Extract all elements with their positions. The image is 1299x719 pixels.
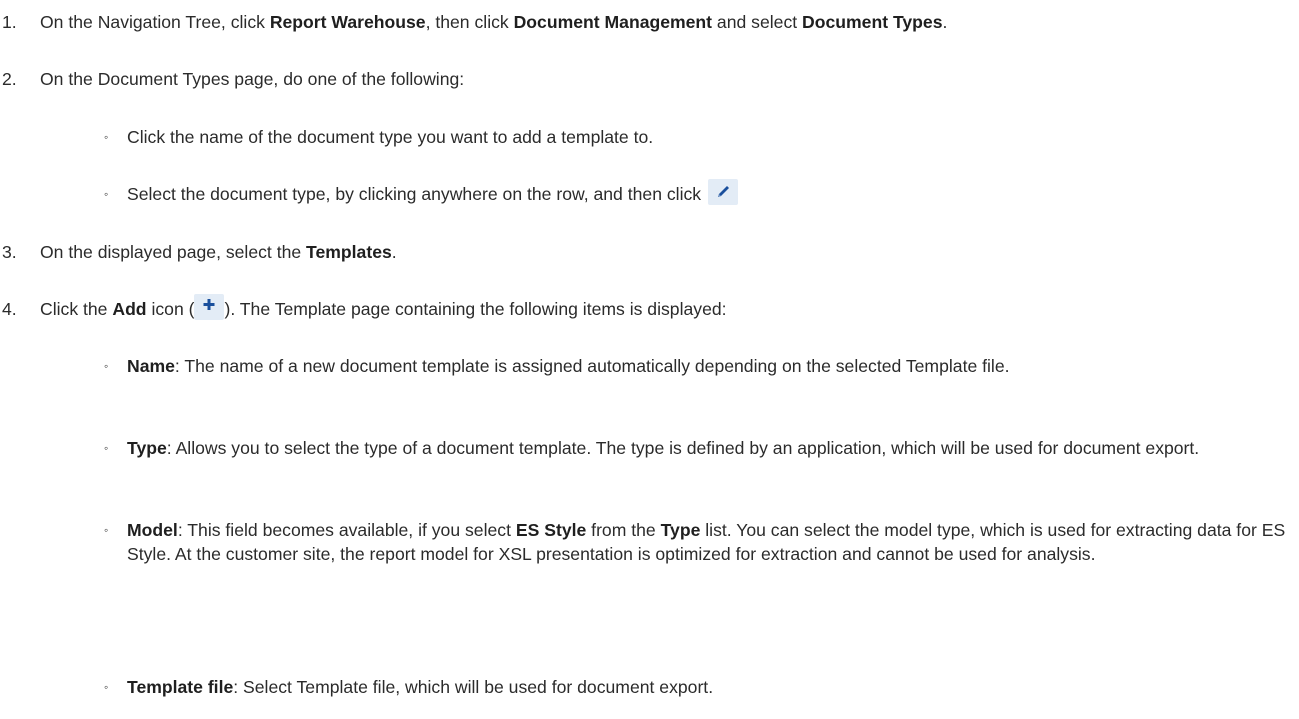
list-item: ◦ Name: The name of a new document templ… (104, 356, 1010, 376)
step-4-bullet-type: ◦ Type: Allows you to select the type of… (0, 436, 1287, 460)
step-2-bullet-2: ◦ Select the document type, by clicking … (0, 179, 738, 206)
step-number: 3. (2, 242, 17, 262)
add-plus-icon (194, 294, 225, 321)
add-label: Add (112, 299, 147, 319)
step-4-text: Click the Add icon ( ). The Template pag… (40, 294, 727, 321)
bullet-marker: ◦ (104, 441, 109, 455)
step-3-text: On the displayed page, select the Templa… (40, 242, 397, 262)
nav-document-types: Document Types (802, 12, 943, 32)
field-model-label: Model (127, 520, 178, 540)
bullet-marker: ◦ (104, 187, 109, 201)
bullet-marker: ◦ (104, 130, 109, 144)
field-name-label: Name (127, 356, 175, 376)
step-3: 3. On the displayed page, select the Tem… (0, 240, 397, 264)
type-list-label: Type (660, 520, 701, 540)
step-4-bullet-template-file: ◦ Template file: Select Template file, w… (0, 675, 713, 699)
step-number: 4. (2, 299, 17, 319)
list-item: ◦ Click the name of the document type yo… (104, 127, 654, 147)
list-item: ◦ Template file: Select Template file, w… (104, 677, 714, 697)
bullet-marker: ◦ (104, 523, 109, 537)
field-template-file-label: Template file (127, 677, 234, 697)
step-2: 2. On the Document Types page, do one of… (0, 67, 464, 91)
step-4: 4. Click the Add icon ( ). The Template … (0, 294, 727, 321)
step-2-bullet-1: ◦ Click the name of the document type yo… (0, 125, 653, 149)
step-4-bullet-name: ◦ Name: The name of a new document templ… (0, 354, 1287, 378)
step-number: 2. (2, 69, 17, 89)
step-4-bullet-model: ◦ Model: This field becomes available, i… (0, 518, 1287, 566)
list-item: ◦ Type: Allows you to select the type of… (104, 438, 1200, 458)
nav-document-management: Document Management (513, 12, 713, 32)
step-number: 1. (2, 12, 17, 32)
nav-report-warehouse: Report Warehouse (269, 12, 426, 32)
bullet-marker: ◦ (104, 680, 109, 694)
step-1: 1. On the Navigation Tree, click Report … (0, 10, 947, 34)
field-type-label: Type (127, 438, 167, 458)
list-item: ◦ Model: This field becomes available, i… (104, 520, 1286, 564)
list-item: ◦ Select the document type, by clicking … (0, 179, 738, 206)
es-style-label: ES Style (515, 520, 587, 540)
edit-pencil-icon (707, 179, 738, 206)
bullet-marker: ◦ (104, 359, 109, 373)
step-2-text: On the Document Types page, do one of th… (40, 69, 465, 89)
step-1-text: 1. On the Navigation Tree, click Report … (2, 12, 948, 32)
templates-label: Templates (306, 242, 392, 262)
